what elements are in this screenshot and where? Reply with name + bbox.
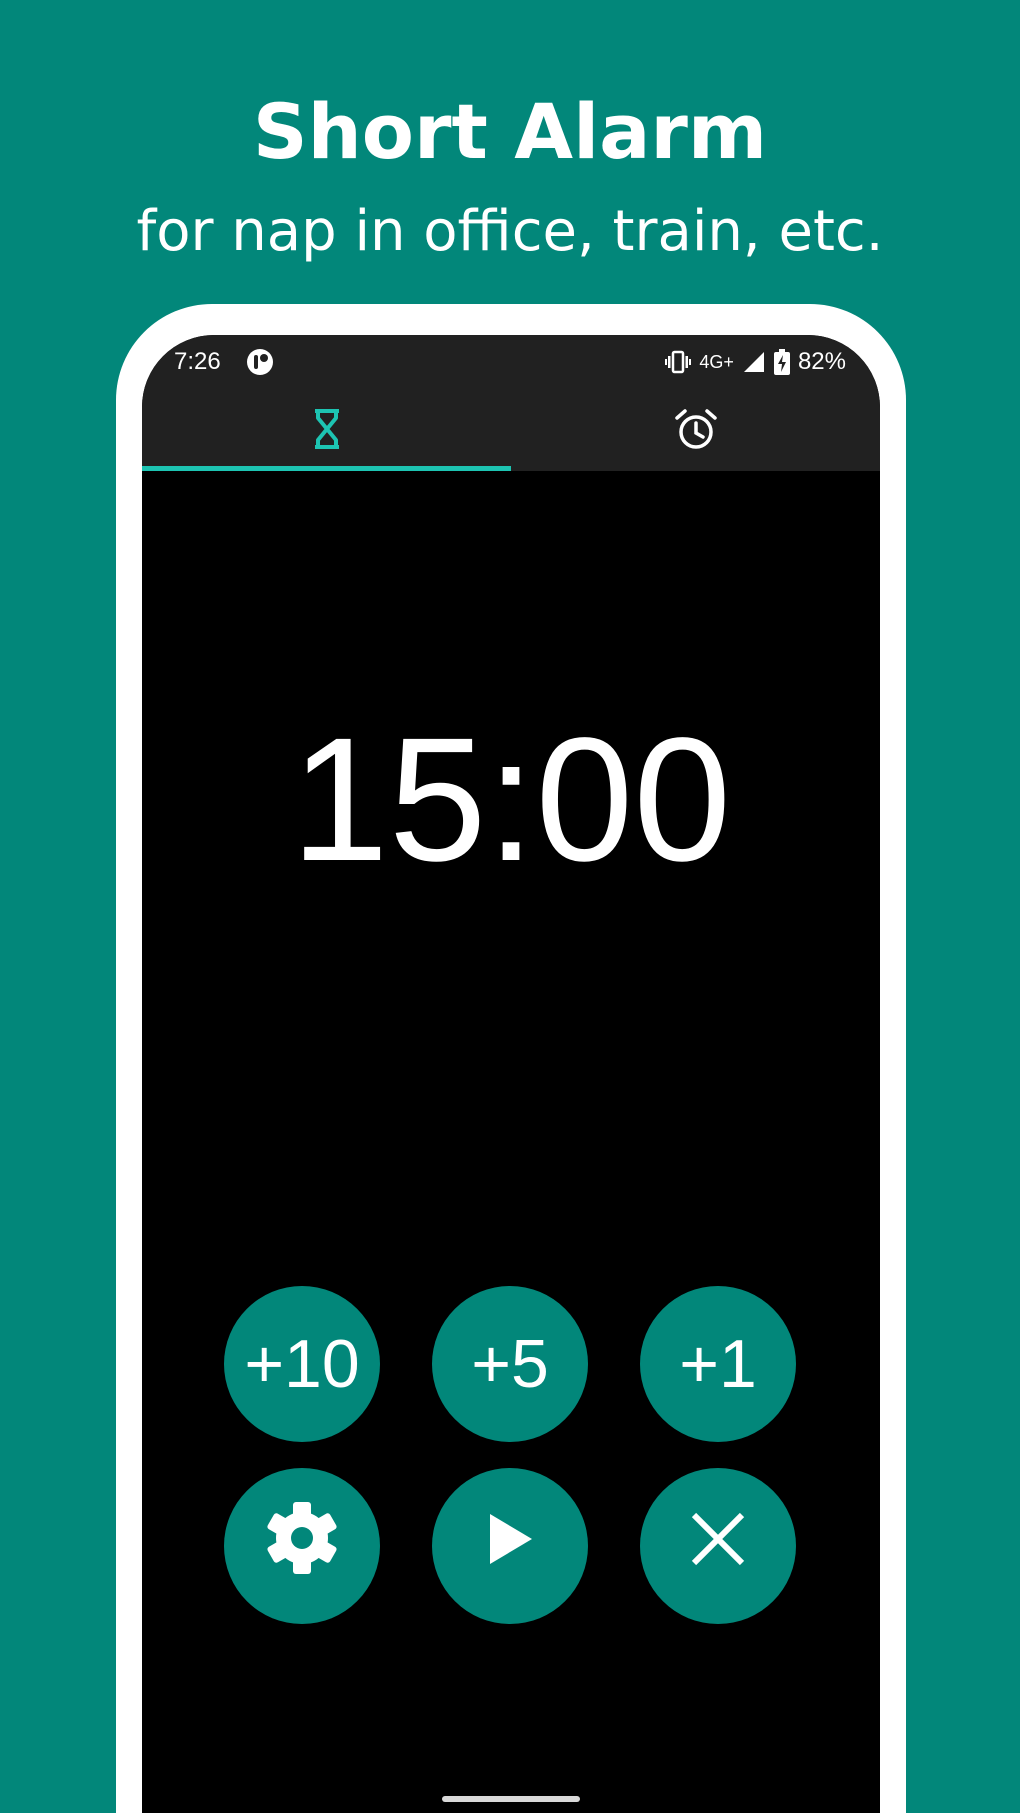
promo-subtitle: for nap in office, train, etc. (136, 199, 884, 264)
network-label: 4G+ (699, 352, 734, 372)
app-notification-icon (245, 347, 275, 377)
close-icon (688, 1507, 748, 1585)
add-1-minute-button[interactable]: +1 (640, 1286, 796, 1442)
gear-icon (262, 1498, 342, 1594)
home-indicator[interactable] (442, 1796, 580, 1802)
promo-title: Short Alarm (252, 87, 768, 176)
status-bar: 7:26 4G+ 82% (142, 335, 880, 391)
status-time: 7:26 (174, 348, 221, 375)
tab-timer[interactable] (142, 391, 511, 471)
hourglass-icon (314, 409, 340, 453)
tab-bar (142, 391, 880, 471)
timer-display: 15:00 (290, 702, 732, 898)
battery-percent: 82% (797, 348, 846, 375)
tab-alarm[interactable] (511, 391, 880, 471)
status-icons: 4G+ 82% (665, 347, 846, 377)
phone-screen: 7:26 4G+ 82% 15:00 +10 +5 +1 (142, 335, 880, 1813)
battery-charging-icon (773, 349, 790, 375)
selected-tab-indicator (142, 466, 511, 471)
start-button[interactable] (432, 1468, 588, 1624)
play-icon (480, 1507, 540, 1585)
signal-icon (742, 350, 766, 374)
add-5-minutes-button[interactable]: +5 (432, 1286, 588, 1442)
alarm-clock-icon (674, 407, 718, 455)
settings-button[interactable] (224, 1468, 380, 1624)
cancel-button[interactable] (640, 1468, 796, 1624)
vibrate-icon (665, 350, 692, 374)
add-10-minutes-button[interactable]: +10 (224, 1286, 380, 1442)
